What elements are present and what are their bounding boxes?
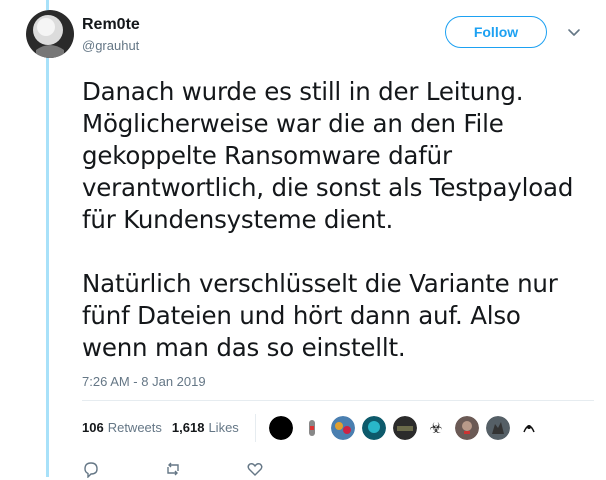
retweets-label: Retweets [107, 420, 162, 435]
liker-avatar-5[interactable] [392, 415, 418, 441]
liker-avatar-3[interactable] [330, 415, 356, 441]
tweet-stats: 106 Retweets 1,618 Likes [82, 420, 249, 435]
liker-avatar-6[interactable]: ☣ [423, 415, 449, 441]
avatar-image [26, 10, 74, 58]
liker-avatar-9[interactable] [516, 415, 542, 441]
retweets-stat[interactable]: 106 Retweets [82, 420, 162, 435]
likers-list: ☣ [268, 415, 547, 441]
tweet-header: Rem0te @grauhut Follow [26, 10, 586, 66]
likes-label: Likes [208, 420, 239, 435]
display-name[interactable]: Rem0te [82, 16, 140, 34]
timestamp[interactable]: 7:26 AM - 8 Jan 2019 [82, 374, 206, 389]
svg-text:☣: ☣ [429, 420, 442, 437]
reply-icon[interactable] [82, 460, 100, 478]
thread-line [46, 0, 49, 477]
divider [82, 400, 594, 401]
liker-avatar-2[interactable] [299, 415, 325, 441]
stats-separator [255, 414, 256, 442]
chevron-down-icon[interactable] [566, 24, 582, 40]
likes-count: 1,618 [171, 420, 205, 435]
avatar[interactable] [26, 10, 74, 58]
likes-stat[interactable]: 1,618 Likes [172, 420, 239, 435]
liker-avatar-8[interactable] [485, 415, 511, 441]
liker-avatar-1[interactable] [268, 415, 294, 441]
tweet-text: Danach wurde es still in der Leitung. Mö… [82, 77, 574, 362]
heart-icon[interactable] [246, 460, 264, 478]
tweet-actions [82, 460, 282, 480]
retweets-count: 106 [82, 420, 104, 435]
retweet-icon[interactable] [164, 460, 182, 478]
screen-name[interactable]: @grauhut [82, 38, 139, 53]
follow-button[interactable]: Follow [445, 16, 547, 48]
liker-avatar-7[interactable] [454, 415, 480, 441]
liker-avatar-4[interactable] [361, 415, 387, 441]
